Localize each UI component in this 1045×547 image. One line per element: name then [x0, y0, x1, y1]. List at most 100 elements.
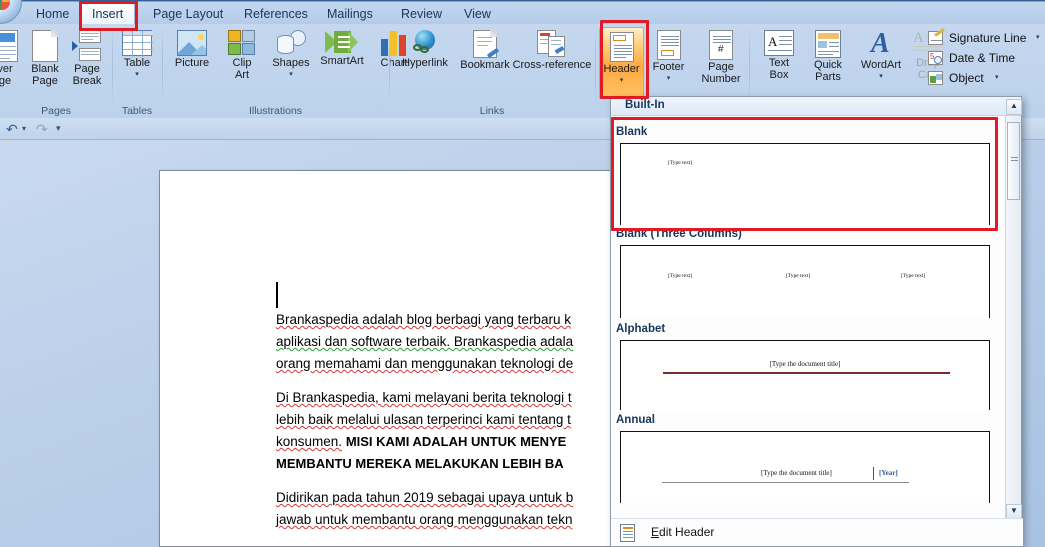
picture-button[interactable]: Picture [165, 26, 219, 100]
footer-caret-icon[interactable]: ▾ [646, 75, 691, 83]
gallery-thumb-3c-placeholder-1: [Type text] [668, 273, 693, 279]
footer-label: Footer [652, 61, 685, 73]
quick-parts-icon [815, 30, 841, 58]
object-caret-icon[interactable]: ▾ [995, 73, 999, 81]
text-box-label-2: Box [769, 68, 789, 81]
shapes-label: Shapes [272, 57, 310, 69]
header-caret-icon[interactable]: ▾ [600, 77, 643, 85]
quick-parts-label-1: Quick [813, 59, 843, 71]
cross-reference-button[interactable]: Cross-reference [512, 26, 592, 100]
header-button[interactable]: Header ▾ [599, 27, 644, 99]
tab-page-layout[interactable]: Page Layout [142, 4, 234, 24]
gallery-scrollbar-thumb[interactable] [1007, 122, 1020, 200]
group-label-pages: Pages [41, 105, 71, 117]
page-break-button[interactable]: Page Break [60, 26, 114, 100]
gallery-scrollbar[interactable]: ▲ ▼ [1005, 99, 1022, 520]
table-label: Table [123, 57, 151, 69]
gallery-footer[interactable]: Edit Header [611, 518, 1023, 546]
text-box-button[interactable]: A Text Box [756, 26, 802, 100]
gallery-thumb-blank[interactable]: [Type text] [620, 143, 990, 225]
footer-button[interactable]: Footer ▾ [646, 26, 691, 100]
group-tables: Table ▾ Tables [113, 24, 161, 118]
hyperlink-button[interactable]: Hyperlink [394, 26, 456, 100]
undo-icon[interactable]: ↶ [6, 121, 18, 138]
bookmark-label: Bookmark [460, 59, 510, 71]
hyperlink-label: Hyperlink [402, 57, 448, 69]
doc-p1-line1: Brankaspedia adalah blog berbagi yang te… [276, 312, 571, 327]
quick-parts-button[interactable]: Quick Parts [802, 26, 854, 100]
signature-line-icon [928, 28, 945, 45]
doc-p3-line2: jawab untuk membantu orang menggunakan t… [276, 512, 573, 527]
page-number-icon: # [709, 30, 733, 60]
doc-p3-line1: Didirikan pada tahun 2019 sebagai upaya … [276, 490, 574, 505]
scroll-down-icon: ▼ [1010, 506, 1018, 515]
wordart-button[interactable]: A WordArt ▾ [854, 26, 908, 100]
table-caret-icon[interactable]: ▾ [110, 71, 164, 79]
header-label: Header [603, 63, 640, 75]
signature-line-caret-icon[interactable]: ▾ [1036, 33, 1040, 41]
gallery-thumb-3c-placeholder-2: [Type text] [786, 273, 811, 279]
tab-home[interactable]: Home [25, 4, 80, 24]
date-time-button[interactable]: 5 Date & Time [928, 49, 1045, 69]
gallery-thumb-annual-year: [Year] [879, 469, 898, 477]
gallery-thumb-3c-placeholder-3: [Type text] [901, 273, 926, 279]
smartart-label: SmartArt [320, 55, 364, 67]
gallery-thumb-blank-placeholder: [Type text] [668, 160, 693, 166]
wordart-label: WordArt [860, 59, 902, 71]
object-label: Object [949, 71, 984, 85]
edit-header-label[interactable]: Edit Header [651, 525, 714, 539]
undo-caret-icon[interactable]: ▾ [22, 124, 26, 133]
clip-art-label-1: Clip [232, 57, 252, 69]
hyperlink-icon [411, 30, 439, 56]
header-icon [609, 32, 634, 62]
blank-page-icon [32, 30, 58, 62]
smartart-button[interactable]: SmartArt [311, 26, 373, 100]
tab-view[interactable]: View [453, 4, 502, 24]
redo-icon[interactable]: ↷ [36, 121, 48, 138]
object-icon [928, 71, 943, 85]
bookmark-button[interactable]: Bookmark [452, 26, 518, 100]
cover-page-icon [0, 30, 18, 62]
clip-art-button[interactable]: Clip Art [215, 26, 269, 100]
customize-toolbar-caret-icon[interactable]: ▾ [56, 123, 61, 134]
clip-art-label-2: Art [234, 68, 250, 81]
document-paragraph-2: Di Brankaspedia, kami melayani berita te… [276, 387, 616, 475]
doc-p2-bold-1: MISI KAMI ADALAH UNTUK MENYE [345, 434, 567, 449]
tab-mailings[interactable]: Mailings [316, 4, 384, 24]
shapes-button[interactable]: Shapes ▾ [264, 26, 318, 100]
document-page[interactable]: Brankaspedia adalah blog berbagi yang te… [159, 170, 617, 547]
gallery-scroll-area[interactable]: Blank [Type text] Blank (Three Columns) … [611, 116, 1023, 520]
gallery-scroll-up-arrow[interactable]: ▲ [1006, 99, 1022, 115]
signature-line-button[interactable]: Signature Line ▾ [928, 28, 1045, 49]
page-number-label-2: Number [701, 72, 741, 85]
tab-references[interactable]: References [233, 4, 319, 24]
office-button[interactable] [0, 0, 22, 24]
text-box-label-1: Text [768, 57, 790, 69]
gallery-section-label-blank: Blank [616, 126, 648, 138]
header-gallery-dropdown[interactable]: Built-In Blank [Type text] Blank (Three … [610, 96, 1023, 547]
shapes-icon [275, 30, 307, 56]
scroll-up-icon: ▲ [1010, 101, 1018, 110]
tab-review[interactable]: Review [390, 4, 453, 24]
gallery-thumb-alphabet-placeholder: [Type the document title] [769, 360, 841, 368]
gallery-thumb-three-columns[interactable]: [Type text] [Type text] [Type text] [620, 245, 990, 318]
gallery-thumb-alphabet[interactable]: [Type the document title] [620, 340, 990, 410]
group-label-links: Links [479, 105, 505, 117]
gallery-thumb-annual-title: [Type the document title] [761, 469, 832, 477]
group-label-illustrations: Illustrations [248, 105, 303, 117]
group-pages: ver ge Blank Page Page Break Pages [0, 24, 112, 118]
shapes-caret-icon[interactable]: ▾ [264, 71, 318, 79]
office-logo-icon [0, 0, 10, 10]
gallery-section-label-annual: Annual [616, 414, 655, 426]
tab-insert[interactable]: Insert [80, 3, 136, 24]
date-time-icon: 5 [928, 51, 943, 65]
wordart-caret-icon[interactable]: ▾ [854, 73, 908, 81]
bookmark-icon [473, 30, 500, 59]
object-button[interactable]: Object ▾ [928, 69, 1045, 89]
gallery-thumb-annual[interactable]: [Type the document title] [Year] [620, 431, 990, 503]
page-number-label-1: Page [708, 61, 734, 73]
table-button[interactable]: Table ▾ [110, 26, 164, 100]
doc-p1-line2: aplikasi dan software terbaik. Brankaspe… [276, 334, 574, 349]
page-number-button[interactable]: # Page Number [693, 26, 749, 100]
gallery-thumb-alphabet-rule [663, 372, 950, 374]
